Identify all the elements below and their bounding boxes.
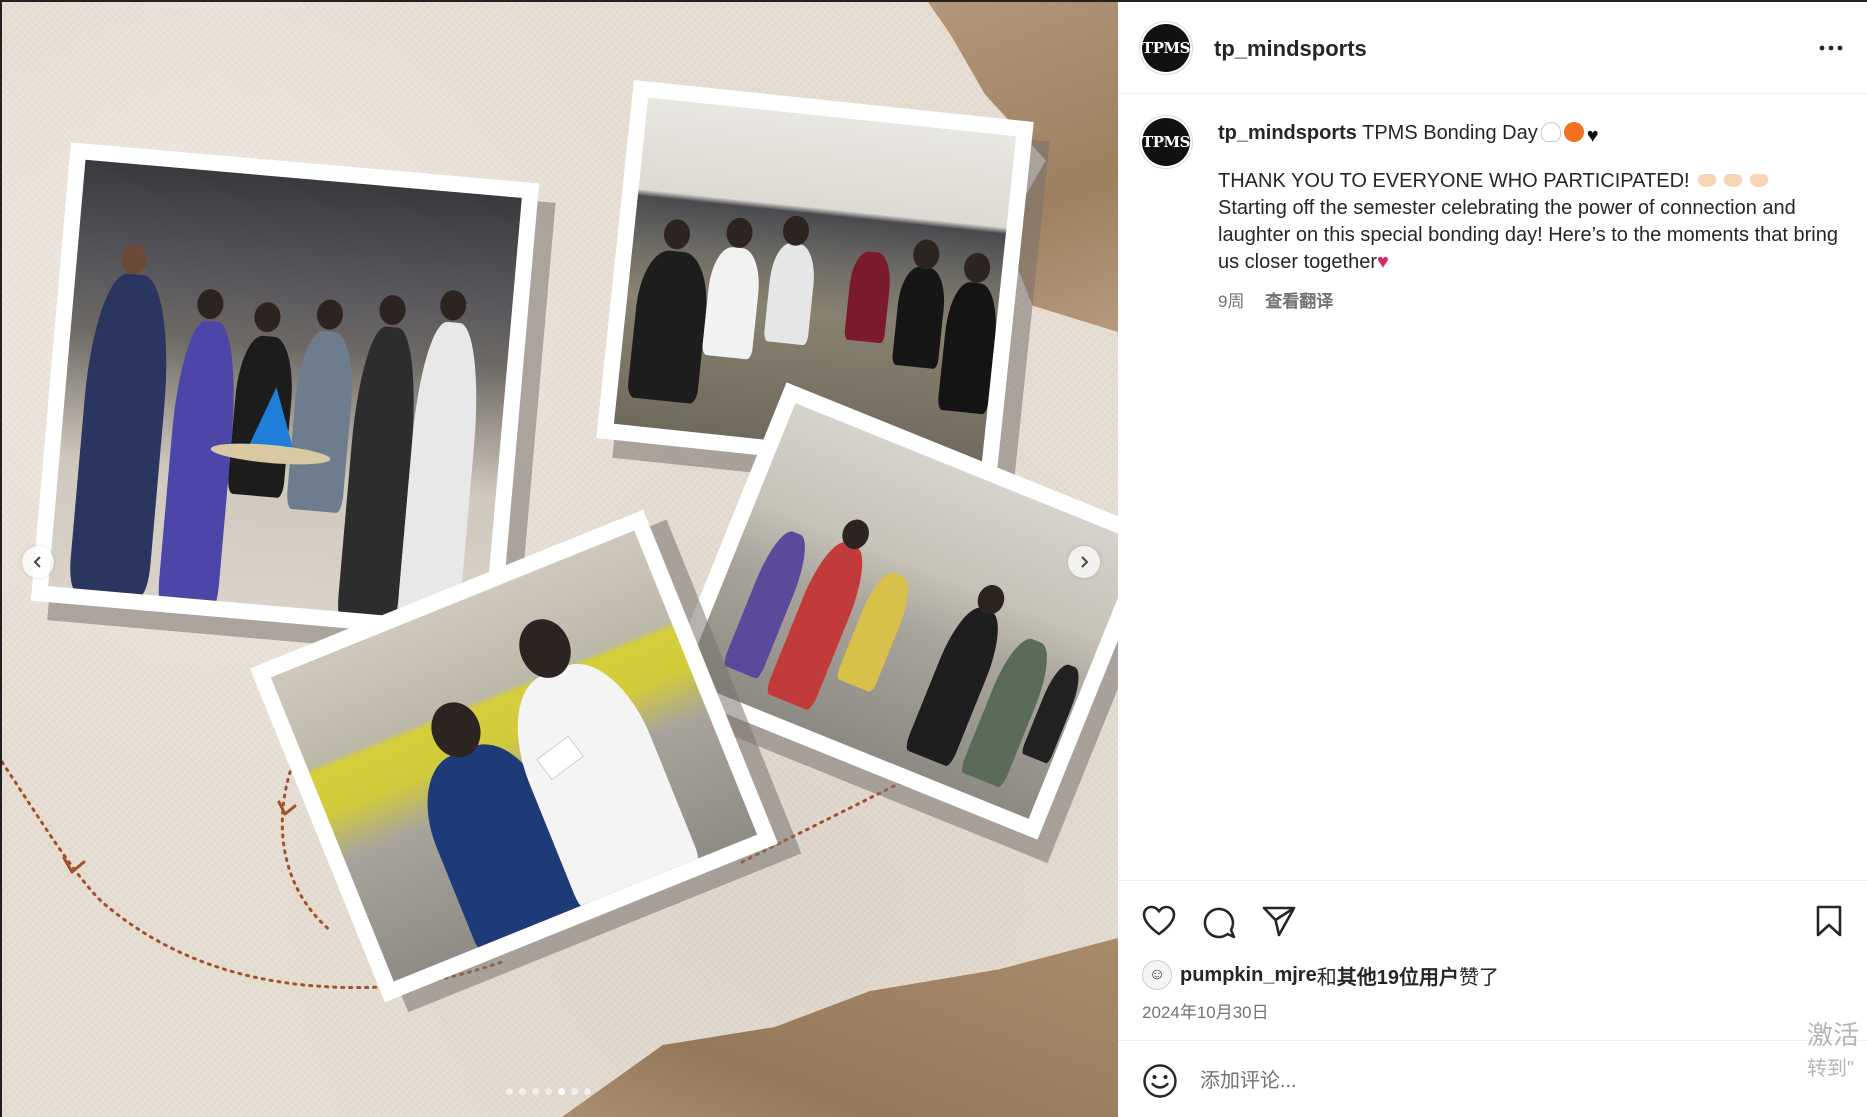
caption-first-line: tp_mindsports TPMS Bonding Day ♥	[1218, 120, 1838, 150]
see-translation-link[interactable]: 查看翻译	[1265, 292, 1333, 311]
carousel-next-button[interactable]	[1068, 546, 1100, 578]
red-heart-emoji-icon: ♥	[1376, 251, 1389, 273]
ghost-emoji-icon	[1540, 122, 1561, 142]
chevron-left-icon	[33, 556, 41, 568]
caption-text: THANK YOU TO EVERYONE WHO PARTICIPATED! …	[1218, 168, 1838, 276]
pumpkin-emoji-icon	[1563, 122, 1584, 142]
caption-body: tp_mindsports TPMS Bonding Day ♥ THANK YO…	[1218, 120, 1838, 315]
likes-connector: 和	[1316, 966, 1337, 989]
black-heart-emoji-icon: ♥	[1586, 125, 1599, 147]
caption-meta: 9周 查看翻译	[1218, 288, 1838, 315]
likes-others-link[interactable]: 其他19位用户	[1337, 961, 1459, 990]
post-age[interactable]: 9周	[1218, 292, 1244, 311]
liker-avatar[interactable]: ☺	[1142, 960, 1172, 990]
smiley-icon	[1143, 1064, 1177, 1098]
post-sidebar: TPMS tp_mindsports TPMS tp_mindsports TP…	[1118, 0, 1867, 1117]
carousel-prev-button[interactable]	[22, 546, 54, 578]
comment-input[interactable]	[1200, 1063, 1700, 1099]
more-options-button[interactable]	[1819, 32, 1843, 58]
caption-body-text: Starting off the semester celebrating th…	[1218, 197, 1838, 273]
action-bar	[1118, 880, 1867, 956]
header-username[interactable]: tp_mindsports	[1214, 36, 1367, 62]
post-media-carousel[interactable]	[0, 0, 1118, 1117]
comment-bar	[1118, 1040, 1867, 1117]
carousel-dot	[532, 1088, 539, 1095]
heart-hands-emoji-icon	[1697, 174, 1716, 187]
watermark-line1: 激活	[1807, 1020, 1860, 1050]
paper-plane-icon	[1262, 906, 1296, 937]
heart-outline-icon	[1142, 905, 1176, 936]
comment-button[interactable]	[1202, 905, 1236, 944]
photo-group-cup-stacking	[30, 142, 540, 642]
liker-username[interactable]: pumpkin_mjre	[1180, 964, 1317, 987]
heart-hands-emoji-icon	[1749, 174, 1768, 187]
caption-username[interactable]: tp_mindsports	[1218, 122, 1357, 144]
likes-summary: ☺ pumpkin_mjre 和其他19位用户 赞了	[1142, 960, 1499, 990]
activation-watermark: 激活 转到"	[1807, 1018, 1867, 1086]
emoji-button[interactable]	[1142, 1063, 1178, 1104]
carousel-dot	[545, 1088, 552, 1095]
carousel-dot	[584, 1088, 591, 1095]
like-button[interactable]	[1142, 905, 1176, 942]
bookmark-icon	[1816, 905, 1842, 937]
post-header: TPMS tp_mindsports	[1118, 2, 1867, 94]
more-horizontal-icon	[1819, 45, 1843, 51]
watermark-line2: 转到"	[1807, 1058, 1855, 1080]
caption-section: TPMS tp_mindsports TPMS Bonding Day ♥ THA…	[1118, 94, 1867, 880]
carousel-dot	[506, 1088, 513, 1095]
share-button[interactable]	[1262, 905, 1296, 942]
heart-hands-emoji-icon	[1723, 174, 1742, 187]
carousel-dot	[571, 1088, 578, 1095]
comment-bubble-icon	[1203, 907, 1236, 939]
carousel-dots	[506, 1088, 591, 1095]
caption-title: TPMS Bonding Day	[1362, 122, 1538, 144]
chevron-right-icon	[1081, 556, 1089, 568]
caption-avatar[interactable]: TPMS	[1142, 118, 1190, 166]
caption-thanks-line: THANK YOU TO EVERYONE WHO PARTICIPATED!	[1218, 170, 1690, 192]
save-button[interactable]	[1815, 905, 1843, 942]
likes-suffix: 赞了	[1458, 966, 1499, 989]
carousel-dot	[558, 1088, 565, 1095]
post-date[interactable]: 2024年10月30日	[1142, 998, 1269, 1023]
avatar[interactable]: TPMS	[1142, 24, 1190, 72]
carousel-dot	[519, 1088, 526, 1095]
